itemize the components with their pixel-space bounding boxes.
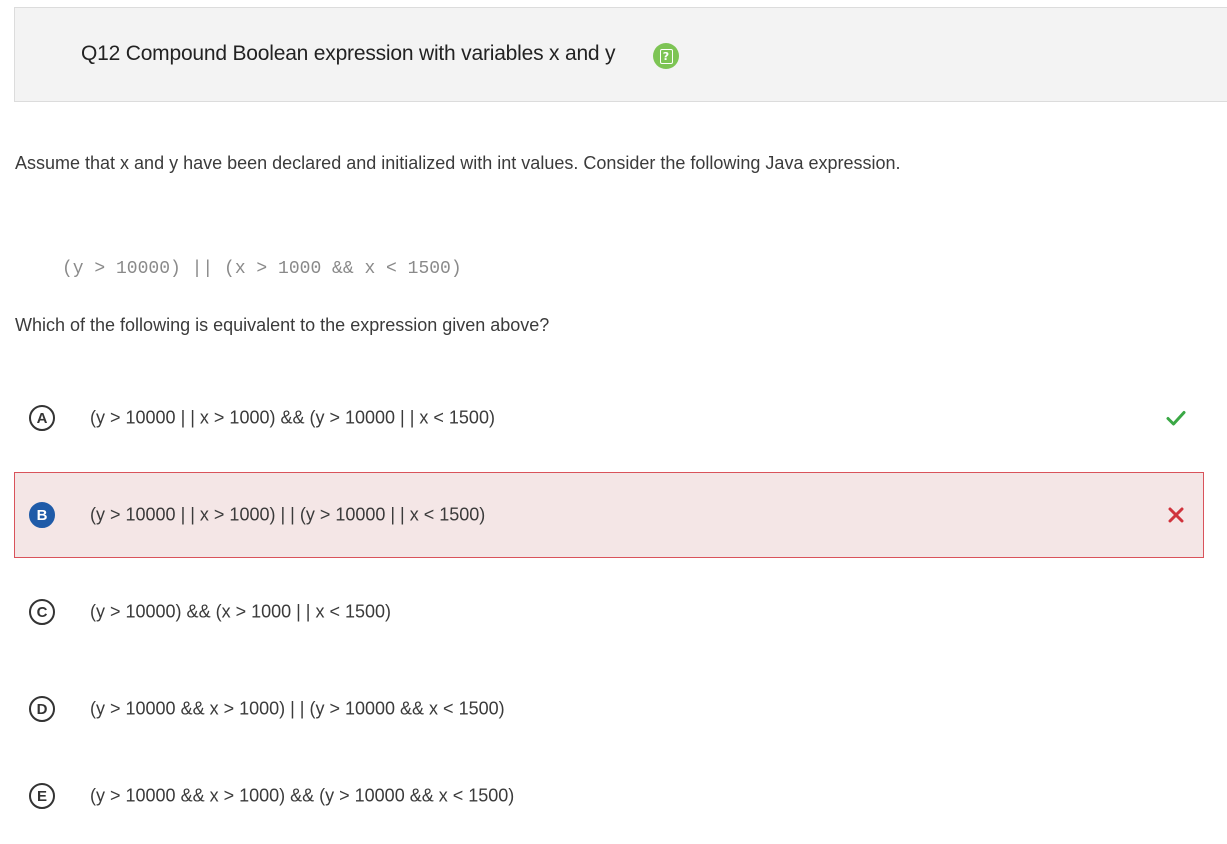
choice-text-c: (y > 10000) && (x > 1000 | | x < 1500) [90,601,392,622]
code-expression: (y > 10000) || (x > 1000 && x < 1500) [62,259,462,279]
choice-letter-c: C [29,599,55,625]
answer-choice-a[interactable]: A (y > 10000 | | x > 1000) && (y > 10000… [14,375,1204,461]
question-title: Q12 Compound Boolean expression with var… [81,42,616,65]
choice-letter-d: D [29,696,55,722]
choice-text-d: (y > 10000 && x > 1000) | | (y > 10000 &… [90,698,505,719]
choice-text-e: (y > 10000 && x > 1000) && (y > 10000 &&… [90,785,515,806]
choice-letter-a: A [29,405,55,431]
answer-choice-d[interactable]: D (y > 10000 && x > 1000) | | (y > 10000… [14,666,1204,752]
checkmark-icon [1166,411,1186,426]
choice-letter-e: E [29,783,55,809]
question-text: Which of the following is equivalent to … [15,315,550,335]
choice-text-a: (y > 10000 | | x > 1000) && (y > 10000 |… [90,407,495,428]
choice-text-b: (y > 10000 | | x > 1000) | | (y > 10000 … [90,504,486,525]
question-prompt: Assume that x and y have been declared a… [15,153,901,173]
cross-icon [1168,507,1184,523]
question-header: Q12 Compound Boolean expression with var… [14,7,1227,102]
answer-choice-e[interactable]: E (y > 10000 && x > 1000) && (y > 10000 … [14,753,1204,839]
answer-choice-b[interactable]: B (y > 10000 | | x > 1000) | | (y > 1000… [14,472,1204,558]
choice-letter-b: B [29,502,55,528]
question-clipboard-icon[interactable]: ? [653,43,679,69]
answer-choice-c[interactable]: C (y > 10000) && (x > 1000 | | x < 1500) [14,569,1204,655]
